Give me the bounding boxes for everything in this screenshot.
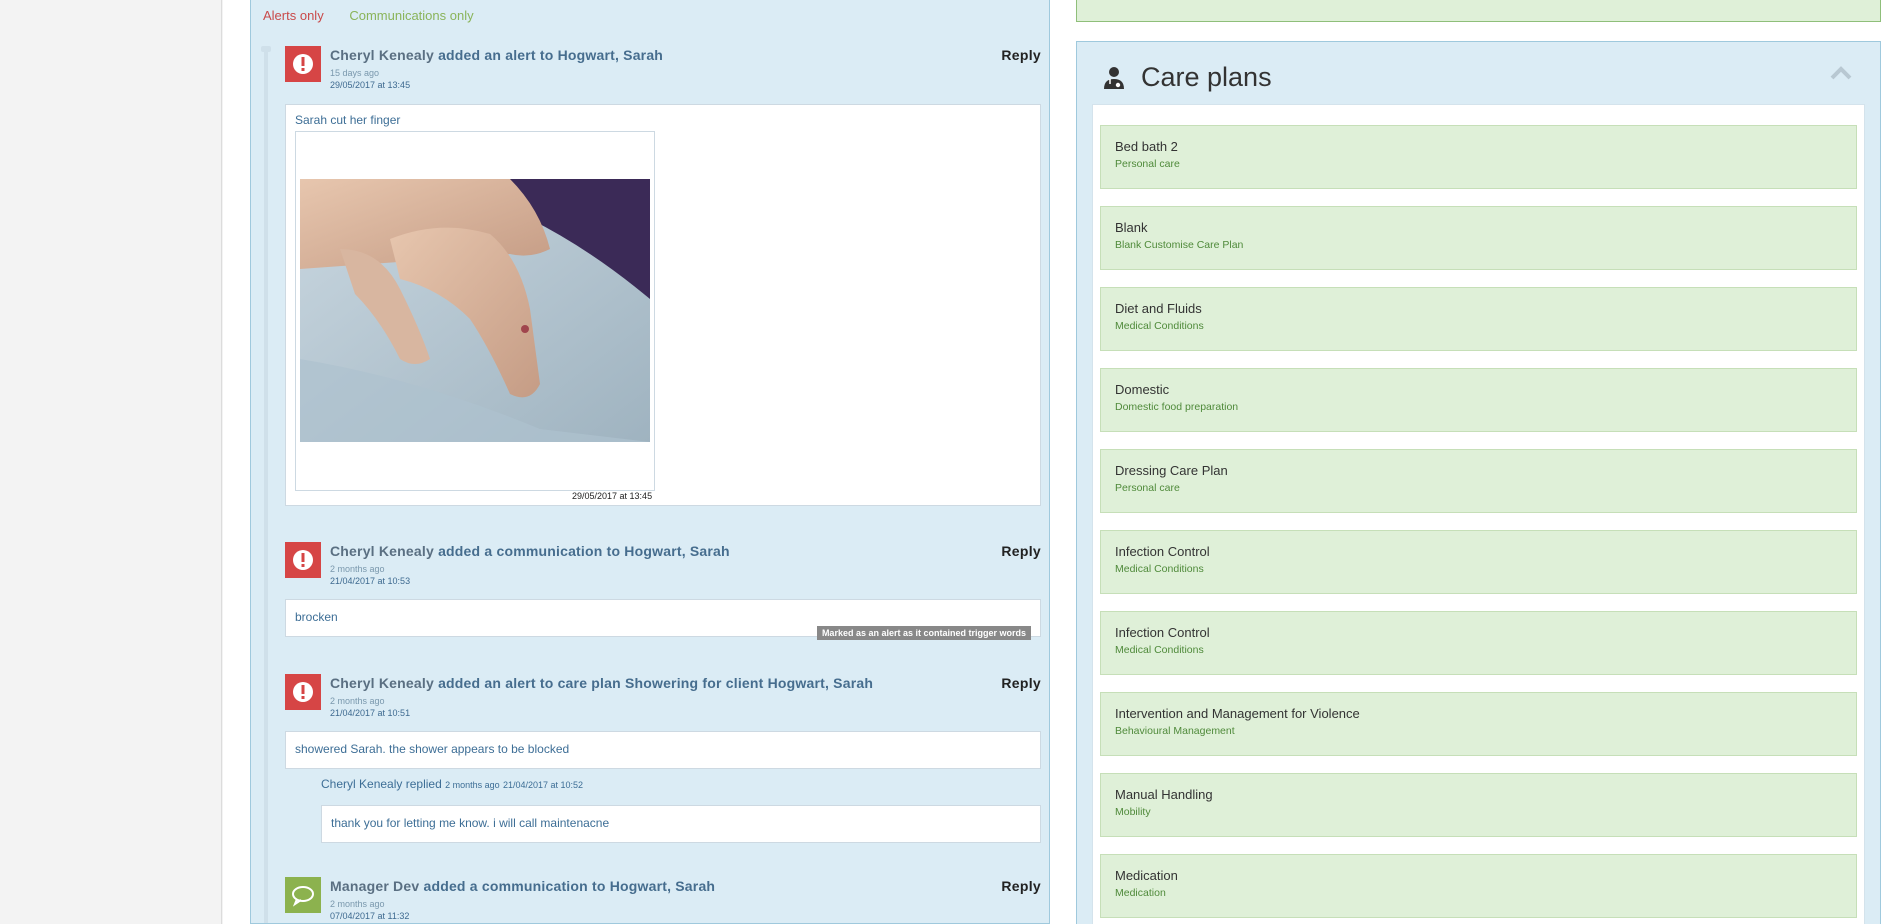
attachment-image-frame[interactable]: [295, 131, 655, 491]
entry-title: Cheryl Kenealy added an alert to care pl…: [330, 675, 873, 691]
entry-title: Cheryl Kenealy added an alert to Hogwart…: [330, 47, 663, 63]
entry-relative-time: 15 days ago: [330, 68, 380, 78]
entry-message: showered Sarah. the shower appears to be…: [295, 742, 570, 756]
reply-relative-time: 2 months ago: [445, 780, 500, 790]
entry-message-box: brocken Marked as an alert as it contain…: [285, 599, 1041, 640]
entry-relative-time: 2 months ago: [330, 564, 385, 574]
care-plan-category: Behavioural Management: [1115, 725, 1235, 737]
reply-verb: replied: [405, 777, 442, 791]
alert-icon: [285, 674, 321, 710]
care-plan-name: Domestic: [1115, 382, 1170, 397]
reply-button[interactable]: Reply: [1001, 47, 1041, 63]
entry-title: Manager Dev added a communication to Hog…: [330, 878, 715, 894]
attachment-photo[interactable]: [300, 179, 650, 442]
trigger-words-badge: Marked as an alert as it contained trigg…: [816, 626, 1031, 640]
care-plan-name: Blank: [1115, 220, 1148, 235]
top-right-panel: [1076, 0, 1881, 22]
care-plans-title: Care plans: [1141, 62, 1272, 92]
entry-message: Sarah cut her finger: [295, 113, 401, 127]
care-plans-header: Care plans: [1077, 42, 1880, 104]
reply-author[interactable]: Cheryl Kenealy: [321, 777, 402, 791]
entry-action: added an alert to Hogwart, Sarah: [438, 47, 664, 63]
care-plan-name: Infection Control: [1115, 625, 1210, 640]
filter-alerts-only[interactable]: Alerts only: [263, 8, 324, 23]
feed-entry: Manager Dev added a communication to Hog…: [285, 877, 1041, 923]
care-plan-item[interactable]: Medication Medication: [1100, 854, 1857, 918]
care-plan-category: Medication: [1115, 887, 1166, 899]
left-sidebar: [0, 0, 222, 924]
entry-action: added a communication to Hogwart, Sarah: [423, 878, 716, 894]
care-plan-item[interactable]: Diet and Fluids Medical Conditions: [1100, 287, 1857, 351]
care-plan-category: Personal care: [1115, 482, 1180, 494]
reply-header: Cheryl Kenealy replied 2 months ago 21/0…: [321, 777, 583, 791]
communications-feed: Alerts only Communications only Cheryl K…: [250, 0, 1050, 924]
care-plan-name: Manual Handling: [1115, 787, 1213, 802]
entry-relative-time: 2 months ago: [330, 696, 385, 706]
entry-title: Cheryl Kenealy added a communication to …: [330, 543, 730, 559]
care-plan-name: Diet and Fluids: [1115, 301, 1202, 316]
alert-icon: [285, 46, 321, 82]
reply-datetime: 21/04/2017 at 10:52: [502, 780, 584, 790]
alert-icon: [285, 542, 321, 578]
care-plan-name: Dressing Care Plan: [1115, 463, 1228, 478]
reply-button[interactable]: Reply: [1001, 878, 1041, 894]
care-plan-name: Intervention and Management for Violence: [1115, 706, 1360, 721]
care-plan-item[interactable]: Intervention and Management for Violence…: [1100, 692, 1857, 756]
speech-bubble-icon: [285, 877, 321, 913]
entry-message-box: Sarah cut her finger 29/05/2017 at 13:45: [285, 104, 1041, 506]
reply-message: thank you for letting me know. i will ca…: [331, 816, 610, 830]
feed-entry: Cheryl Kenealy added a communication to …: [285, 542, 1041, 642]
care-plan-item[interactable]: Infection Control Medical Conditions: [1100, 530, 1857, 594]
entry-message: brocken: [295, 610, 338, 624]
care-plan-category: Domestic food preparation: [1115, 401, 1239, 413]
chevron-up-icon[interactable]: [1830, 66, 1852, 85]
care-plan-item[interactable]: Domestic Domestic food preparation: [1100, 368, 1857, 432]
reply-button[interactable]: Reply: [1001, 675, 1041, 691]
entry-author[interactable]: Cheryl Kenealy: [330, 543, 434, 559]
care-plan-item[interactable]: Manual Handling Mobility: [1100, 773, 1857, 837]
care-plan-category: Personal care: [1115, 158, 1180, 170]
entry-message-box: showered Sarah. the shower appears to be…: [285, 731, 1041, 769]
reply-button[interactable]: Reply: [1001, 543, 1041, 559]
entry-action: added a communication to Hogwart, Sarah: [438, 543, 730, 559]
care-plan-item[interactable]: Blank Blank Customise Care Plan: [1100, 206, 1857, 270]
entry-datetime: 29/05/2017 at 13:45: [330, 80, 411, 90]
care-plan-item[interactable]: Dressing Care Plan Personal care: [1100, 449, 1857, 513]
entry-datetime: 21/04/2017 at 10:51: [330, 708, 411, 718]
entry-author[interactable]: Manager Dev: [330, 878, 419, 894]
entry-author[interactable]: Cheryl Kenealy: [330, 47, 434, 63]
care-plan-item[interactable]: Infection Control Medical Conditions: [1100, 611, 1857, 675]
care-plan-item[interactable]: Bed bath 2 Personal care: [1100, 125, 1857, 189]
entry-datetime: 07/04/2017 at 11:32: [330, 911, 410, 921]
feed-filters: Alerts only Communications only: [263, 8, 474, 23]
care-plan-category: Medical Conditions: [1115, 320, 1204, 332]
entry-relative-time: 2 months ago: [330, 899, 385, 909]
care-plan-name: Infection Control: [1115, 544, 1210, 559]
care-plan-category: Medical Conditions: [1115, 644, 1204, 656]
entry-action: added an alert to care plan Showering fo…: [438, 675, 874, 691]
entry-datetime: 21/04/2017 at 10:53: [330, 576, 411, 586]
care-plan-category: Mobility: [1115, 806, 1151, 818]
care-plans-list: Bed bath 2 Personal care Blank Blank Cus…: [1092, 104, 1865, 924]
care-plan-category: Blank Customise Care Plan: [1115, 239, 1244, 251]
care-plan-name: Medication: [1115, 868, 1178, 883]
filter-communications-only[interactable]: Communications only: [349, 8, 473, 23]
entry-author[interactable]: Cheryl Kenealy: [330, 675, 434, 691]
feed-entry: Cheryl Kenealy added an alert to care pl…: [285, 674, 1041, 844]
care-plans-panel: Care plans Bed bath 2 Personal care Blan…: [1076, 41, 1881, 924]
feed-entry: Cheryl Kenealy added an alert to Hogwart…: [285, 46, 1041, 508]
care-plan-category: Medical Conditions: [1115, 563, 1204, 575]
care-plan-name: Bed bath 2: [1115, 139, 1178, 154]
user-doctor-icon: [1103, 66, 1125, 95]
reply-message-box: thank you for letting me know. i will ca…: [321, 805, 1041, 843]
timeline-line: [264, 48, 268, 923]
attachment-date: 29/05/2017 at 13:45: [572, 491, 653, 501]
